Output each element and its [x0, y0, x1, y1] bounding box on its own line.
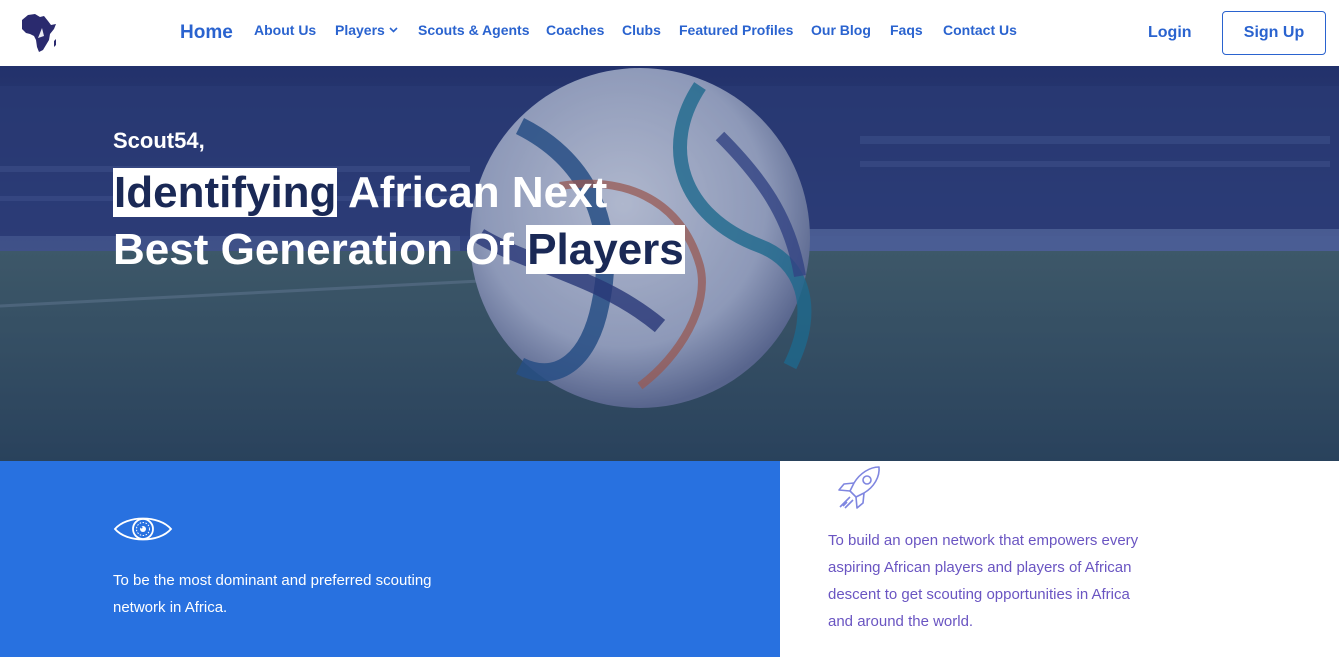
- vision-panel: To be the most dominant and preferred sc…: [0, 461, 780, 657]
- rocket-icon: [838, 466, 880, 509]
- nav-home[interactable]: Home: [180, 22, 233, 44]
- navbar: Home About Us Players Scouts & Agents Co…: [0, 0, 1339, 66]
- hero-eyebrow: Scout54,: [113, 128, 205, 153]
- nav-scouts-agents[interactable]: Scouts & Agents: [418, 22, 530, 38]
- hero-title: Identifying African Next Best Generation…: [113, 164, 713, 278]
- mission-text: To build an open network that empowers e…: [828, 532, 1139, 630]
- chevron-down-icon: [389, 27, 398, 33]
- vision-text: To be the most dominant and preferred sc…: [113, 572, 432, 616]
- login-link[interactable]: Login: [1148, 24, 1192, 42]
- nav-contact-us[interactable]: Contact Us: [943, 22, 1017, 38]
- hero-title-highlight: Identifying: [113, 168, 338, 217]
- africa-map-logo[interactable]: [18, 12, 58, 54]
- nav-coaches[interactable]: Coaches: [546, 22, 604, 38]
- nav-players-label: Players: [335, 22, 385, 38]
- hero-banner: Scout54, Identifying African Next Best G…: [0, 66, 1339, 461]
- nav-clubs[interactable]: Clubs: [622, 22, 661, 38]
- nav-featured-profiles[interactable]: Featured Profiles: [679, 22, 793, 38]
- nav-our-blog[interactable]: Our Blog: [811, 22, 871, 38]
- hero-title-highlight-2: Players: [526, 225, 685, 274]
- mission-panel: To build an open network that empowers e…: [780, 461, 1339, 657]
- signup-button[interactable]: Sign Up: [1222, 11, 1326, 55]
- nav-about-us[interactable]: About Us: [254, 22, 316, 38]
- eye-icon: [113, 517, 173, 541]
- nav-faqs[interactable]: Faqs: [890, 22, 923, 38]
- nav-players[interactable]: Players: [335, 22, 398, 38]
